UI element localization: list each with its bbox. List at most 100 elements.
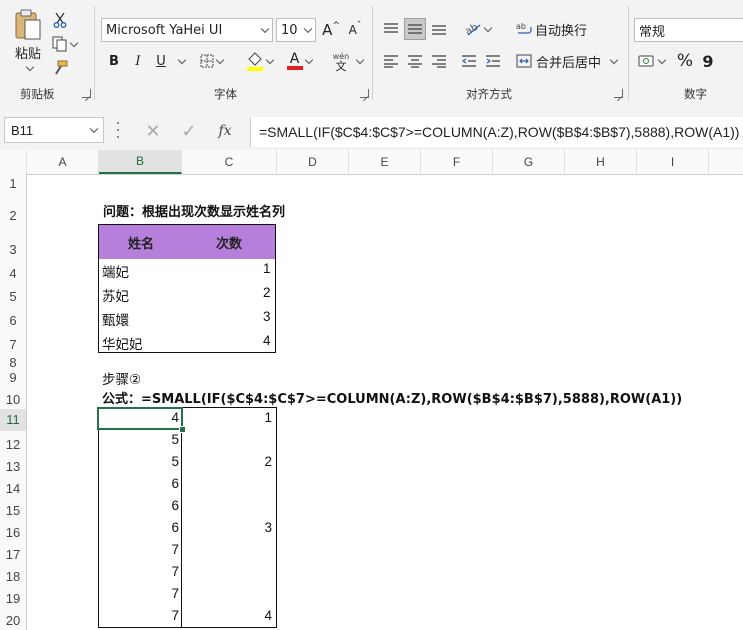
- font-color-button[interactable]: A: [282, 48, 316, 74]
- table-row-name[interactable]: 甄嬛: [102, 309, 129, 329]
- row-header[interactable]: 8: [0, 355, 26, 370]
- column-header-c[interactable]: C: [182, 150, 277, 174]
- fill-color-button[interactable]: [242, 48, 276, 74]
- font-launcher-icon[interactable]: [360, 89, 369, 98]
- decrease-indent-button[interactable]: [458, 50, 480, 72]
- align-center-button[interactable]: [404, 50, 426, 72]
- paste-button[interactable]: 粘贴: [8, 8, 48, 74]
- row-header[interactable]: 11: [0, 409, 26, 431]
- name-box[interactable]: B11: [4, 117, 104, 143]
- result-c[interactable]: 2: [264, 454, 272, 469]
- underline-button[interactable]: U: [150, 50, 172, 72]
- italic-button[interactable]: I: [128, 50, 148, 72]
- row-header[interactable]: 16: [0, 525, 26, 540]
- table-row-count[interactable]: 1: [263, 261, 271, 276]
- accounting-format-button[interactable]: [634, 50, 668, 72]
- clipboard-launcher-icon[interactable]: [82, 89, 91, 98]
- align-top-button[interactable]: [380, 18, 402, 40]
- question-title[interactable]: 问题：根据出现次数显示姓名列: [103, 201, 285, 220]
- row-header[interactable]: 19: [0, 591, 26, 606]
- column-header-h[interactable]: H: [565, 150, 637, 174]
- column-header-d[interactable]: D: [277, 150, 349, 174]
- row-header[interactable]: 10: [0, 392, 26, 407]
- column-header-g[interactable]: G: [493, 150, 565, 174]
- row-header[interactable]: 7: [0, 337, 26, 352]
- result-b[interactable]: 7: [171, 608, 179, 623]
- insert-function-button[interactable]: fx: [212, 119, 238, 143]
- result-b[interactable]: 7: [171, 542, 179, 557]
- header-name[interactable]: 姓名: [128, 233, 154, 252]
- row-header[interactable]: 1: [0, 176, 26, 191]
- table-row-name[interactable]: 苏妃: [102, 285, 129, 305]
- select-all-corner[interactable]: [0, 150, 27, 174]
- row-header[interactable]: 15: [0, 503, 26, 518]
- row-header[interactable]: 2: [0, 208, 26, 223]
- borders-button[interactable]: [196, 50, 226, 72]
- more-options-icon[interactable]: [116, 122, 120, 138]
- row-header[interactable]: 14: [0, 481, 26, 496]
- result-b[interactable]: 6: [171, 520, 179, 535]
- result-b[interactable]: 4: [171, 410, 179, 425]
- cut-button[interactable]: [50, 10, 70, 30]
- align-bottom-button[interactable]: [428, 18, 450, 40]
- row-header[interactable]: 17: [0, 547, 26, 562]
- column-header-b[interactable]: B: [99, 150, 182, 174]
- result-b[interactable]: 6: [171, 498, 179, 513]
- fill-handle[interactable]: [179, 426, 186, 433]
- column-header-a[interactable]: A: [27, 150, 99, 174]
- cancel-icon[interactable]: ✕: [140, 119, 166, 143]
- result-c[interactable]: 3: [264, 520, 272, 535]
- formula-label[interactable]: 公式：=SMALL(IF($C$4:$C$7>=COLUMN(A:Z),ROW(…: [102, 388, 682, 407]
- format-painter-button[interactable]: [50, 58, 70, 78]
- orientation-button[interactable]: ab: [460, 18, 494, 40]
- increase-indent-button[interactable]: [482, 50, 504, 72]
- column-header-j[interactable]: [709, 150, 743, 174]
- row-header[interactable]: 5: [0, 289, 26, 304]
- shrink-font-button[interactable]: Aˇ: [344, 18, 366, 42]
- result-b[interactable]: 5: [171, 432, 179, 447]
- table-row-count[interactable]: 3: [263, 309, 271, 324]
- row-header[interactable]: 18: [0, 569, 26, 584]
- comma-style-button[interactable]: 9: [700, 50, 716, 72]
- enter-icon[interactable]: ✓: [176, 119, 202, 143]
- row-header[interactable]: 12: [0, 437, 26, 452]
- table-row-count[interactable]: 4: [263, 333, 271, 348]
- phonetic-guide-button[interactable]: wén 文: [326, 48, 356, 76]
- bold-button[interactable]: B: [104, 50, 124, 72]
- column-header-f[interactable]: F: [421, 150, 493, 174]
- align-right-button[interactable]: [428, 50, 450, 72]
- align-left-button[interactable]: [380, 50, 402, 72]
- font-name-dropdown[interactable]: Microsoft YaHei UI: [101, 18, 273, 42]
- row-header[interactable]: 3: [0, 242, 26, 257]
- grow-font-button[interactable]: A ^: [320, 18, 342, 42]
- row-header[interactable]: 13: [0, 459, 26, 474]
- underline-dropdown-icon[interactable]: [177, 55, 187, 65]
- result-b[interactable]: 6: [171, 476, 179, 491]
- step-label[interactable]: 步骤②: [102, 368, 141, 388]
- font-size-dropdown[interactable]: 10: [276, 18, 316, 42]
- alignment-launcher-icon[interactable]: [614, 89, 623, 98]
- copy-button[interactable]: [50, 34, 78, 54]
- column-header-i[interactable]: I: [637, 150, 709, 174]
- percent-style-button[interactable]: %: [674, 50, 696, 72]
- row-header[interactable]: 4: [0, 266, 26, 281]
- phonetic-dropdown-icon[interactable]: [355, 55, 365, 65]
- table-row-name[interactable]: 端妃: [102, 261, 129, 281]
- result-b[interactable]: 5: [171, 454, 179, 469]
- align-middle-button[interactable]: [404, 18, 426, 40]
- column-header-e[interactable]: E: [349, 150, 421, 174]
- table-row-count[interactable]: 2: [263, 285, 271, 300]
- result-b[interactable]: 7: [171, 586, 179, 601]
- merge-center-button[interactable]: 合并后居中: [516, 50, 619, 72]
- result-c[interactable]: 1: [264, 410, 272, 425]
- paste-dropdown-icon[interactable]: [25, 62, 34, 72]
- wrap-text-button[interactable]: ab 自动换行: [516, 18, 588, 40]
- formula-input[interactable]: =SMALL(IF($C$4:$C$7>=COLUMN(A:Z),ROW($B$…: [250, 117, 743, 147]
- copy-dropdown-icon[interactable]: [69, 38, 78, 47]
- active-cell-b11[interactable]: [97, 407, 183, 430]
- header-count[interactable]: 次数: [216, 233, 242, 252]
- result-c[interactable]: 4: [264, 608, 272, 623]
- result-b[interactable]: 7: [171, 564, 179, 579]
- number-format-dropdown[interactable]: 常规: [634, 18, 743, 42]
- row-header[interactable]: 20: [0, 613, 26, 628]
